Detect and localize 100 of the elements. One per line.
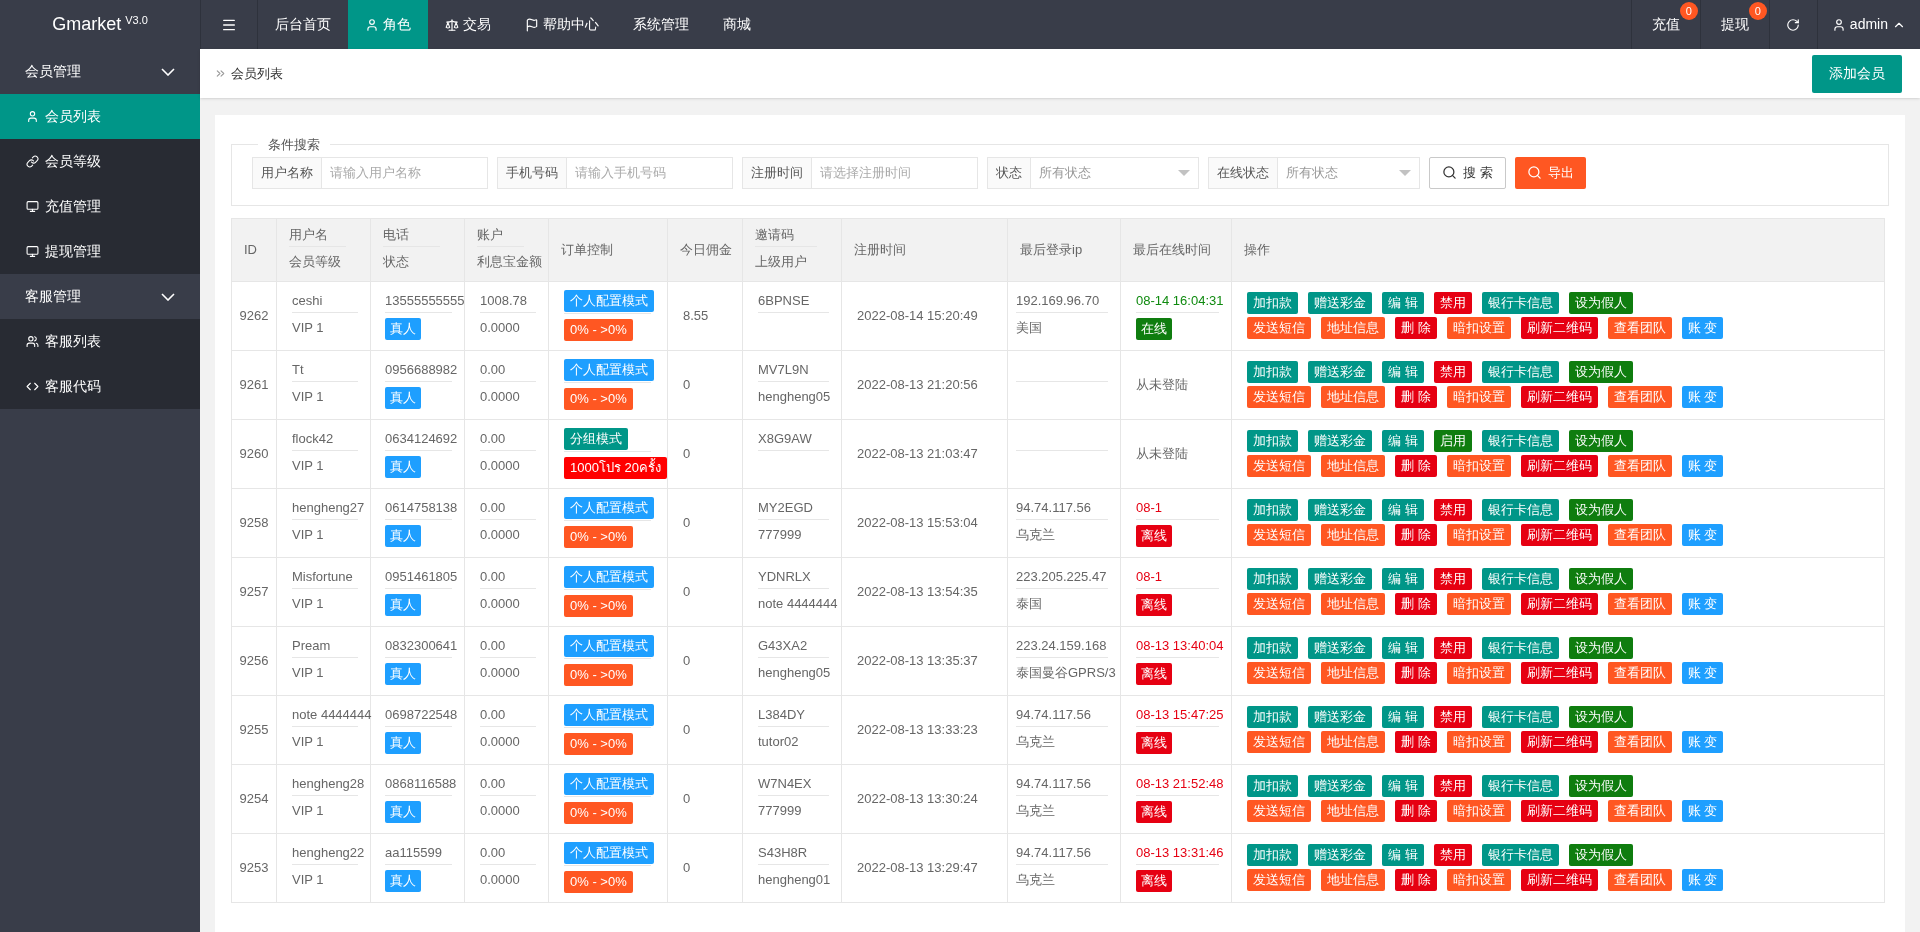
action-button[interactable]: 赠送彩金 <box>1308 706 1372 728</box>
action-button[interactable]: 刷新二维码 <box>1520 731 1598 753</box>
action-button[interactable]: 刷新二维码 <box>1520 455 1598 477</box>
action-button[interactable]: 暗扣设置 <box>1446 731 1511 753</box>
sidebar-item[interactable]: 会员列表 <box>0 94 200 139</box>
filter-group[interactable]: 用户名称 请输入用户名称 <box>252 156 488 189</box>
action-button[interactable]: 银行卡信息 <box>1481 568 1559 590</box>
action-button[interactable]: 删 除 <box>1395 386 1437 408</box>
action-button[interactable]: 编 辑 <box>1382 430 1424 452</box>
action-button[interactable]: 禁用 <box>1433 499 1472 521</box>
action-button[interactable]: 银行卡信息 <box>1481 499 1559 521</box>
action-button[interactable]: 地址信息 <box>1321 317 1385 339</box>
action-button[interactable]: 暗扣设置 <box>1446 386 1511 408</box>
action-button[interactable]: 查看团队 <box>1607 731 1672 753</box>
action-button[interactable]: 编 辑 <box>1382 844 1424 866</box>
action-button[interactable]: 设为假人 <box>1568 499 1633 521</box>
action-button[interactable]: 编 辑 <box>1382 637 1424 659</box>
action-button[interactable]: 禁用 <box>1433 706 1472 728</box>
action-button[interactable]: 查看团队 <box>1607 869 1672 891</box>
action-button[interactable]: 设为假人 <box>1568 292 1633 314</box>
action-button[interactable]: 删 除 <box>1395 455 1437 477</box>
action-button[interactable]: 发送短信 <box>1247 386 1311 408</box>
action-button[interactable]: 赠送彩金 <box>1308 361 1372 383</box>
action-button[interactable]: 发送短信 <box>1247 869 1311 891</box>
action-button[interactable]: 银行卡信息 <box>1481 361 1559 383</box>
action-button[interactable]: 账 变 <box>1681 800 1724 822</box>
action-button[interactable]: 账 变 <box>1681 731 1724 753</box>
action-button[interactable]: 编 辑 <box>1382 499 1424 521</box>
action-button[interactable]: 发送短信 <box>1247 800 1311 822</box>
action-button[interactable]: 地址信息 <box>1321 386 1385 408</box>
nav-tab[interactable]: 系统管理 <box>616 0 706 49</box>
action-button[interactable]: 禁用 <box>1433 844 1472 866</box>
nav-tab[interactable]: 后台首页 <box>258 0 348 49</box>
sidebar-item[interactable]: 会员等级 <box>0 139 200 184</box>
action-button[interactable]: 赠送彩金 <box>1308 499 1372 521</box>
filter-group[interactable]: 手机号码 请输入手机号码 <box>497 156 733 189</box>
sidebar-item[interactable]: 提现管理 <box>0 229 200 274</box>
action-button[interactable]: 加扣款 <box>1247 706 1298 728</box>
action-button[interactable]: 银行卡信息 <box>1481 637 1559 659</box>
nav-tab[interactable]: 角色 <box>348 0 428 49</box>
action-button[interactable]: 刷新二维码 <box>1520 593 1598 615</box>
action-button[interactable]: 加扣款 <box>1247 292 1298 314</box>
action-button[interactable]: 删 除 <box>1395 524 1437 546</box>
action-button[interactable]: 账 变 <box>1681 593 1724 615</box>
action-button[interactable]: 加扣款 <box>1247 499 1298 521</box>
action-button[interactable]: 银行卡信息 <box>1481 706 1559 728</box>
add-member-button[interactable]: 添加会员 <box>1812 54 1902 93</box>
action-button[interactable]: 地址信息 <box>1321 593 1385 615</box>
action-button[interactable]: 设为假人 <box>1568 361 1633 383</box>
input-field[interactable]: 请输入用户名称 <box>322 157 487 188</box>
action-button[interactable]: 银行卡信息 <box>1481 430 1559 452</box>
action-button[interactable]: 设为假人 <box>1568 568 1633 590</box>
action-button[interactable]: 发送短信 <box>1247 731 1311 753</box>
action-button[interactable]: 加扣款 <box>1247 775 1298 797</box>
action-button[interactable]: 删 除 <box>1395 800 1437 822</box>
action-button[interactable]: 查看团队 <box>1607 524 1672 546</box>
action-button[interactable]: 设为假人 <box>1568 706 1633 728</box>
action-button[interactable]: 设为假人 <box>1568 775 1633 797</box>
nav-tab[interactable]: 帮助中心 <box>508 0 616 49</box>
action-button[interactable]: 地址信息 <box>1321 455 1385 477</box>
action-button[interactable]: 赠送彩金 <box>1308 430 1372 452</box>
action-button[interactable]: 银行卡信息 <box>1481 775 1559 797</box>
select-field[interactable]: 在线状态 所有状态 <box>1208 156 1420 189</box>
sidebar-item[interactable]: 充值管理 <box>0 184 200 229</box>
action-button[interactable]: 编 辑 <box>1382 775 1424 797</box>
action-button[interactable]: 银行卡信息 <box>1481 292 1559 314</box>
action-button[interactable]: 赠送彩金 <box>1308 775 1372 797</box>
action-button[interactable]: 暗扣设置 <box>1446 662 1511 684</box>
action-button[interactable]: 暗扣设置 <box>1446 869 1511 891</box>
search-button[interactable]: 搜 索 <box>1429 156 1506 189</box>
sidebar-item[interactable]: 客服列表 <box>0 319 200 364</box>
action-button[interactable]: 加扣款 <box>1247 430 1298 452</box>
filter-group[interactable]: 注册时间 请选择注册时间 <box>742 156 978 189</box>
action-button[interactable]: 发送短信 <box>1247 455 1311 477</box>
sidebar-item[interactable]: 客服代码 <box>0 364 200 409</box>
action-button[interactable]: 查看团队 <box>1607 593 1672 615</box>
action-button[interactable]: 刷新二维码 <box>1520 386 1598 408</box>
action-button[interactable]: 地址信息 <box>1321 800 1385 822</box>
nav-tab[interactable]: 商城 <box>706 0 768 49</box>
action-button[interactable]: 设为假人 <box>1568 430 1633 452</box>
action-button[interactable]: 设为假人 <box>1568 637 1633 659</box>
action-button[interactable]: 发送短信 <box>1247 662 1311 684</box>
action-button[interactable]: 暗扣设置 <box>1446 524 1511 546</box>
action-button[interactable]: 暗扣设置 <box>1446 800 1511 822</box>
action-button[interactable]: 赠送彩金 <box>1308 637 1372 659</box>
action-button[interactable]: 删 除 <box>1395 731 1437 753</box>
action-button[interactable]: 启用 <box>1433 430 1472 452</box>
action-button[interactable]: 设为假人 <box>1568 844 1633 866</box>
action-button[interactable]: 加扣款 <box>1247 844 1298 866</box>
action-button[interactable]: 发送短信 <box>1247 593 1311 615</box>
input-field[interactable]: 请输入手机号码 <box>567 157 732 188</box>
action-button[interactable]: 查看团队 <box>1607 662 1672 684</box>
action-button[interactable]: 账 变 <box>1681 524 1724 546</box>
action-button[interactable]: 查看团队 <box>1607 800 1672 822</box>
input-field[interactable]: 请选择注册时间 <box>812 157 977 188</box>
action-button[interactable]: 禁用 <box>1433 637 1472 659</box>
action-button[interactable]: 删 除 <box>1395 662 1437 684</box>
action-button[interactable]: 加扣款 <box>1247 568 1298 590</box>
select-field[interactable]: 状态 所有状态 <box>987 156 1199 189</box>
action-button[interactable]: 发送短信 <box>1247 524 1311 546</box>
